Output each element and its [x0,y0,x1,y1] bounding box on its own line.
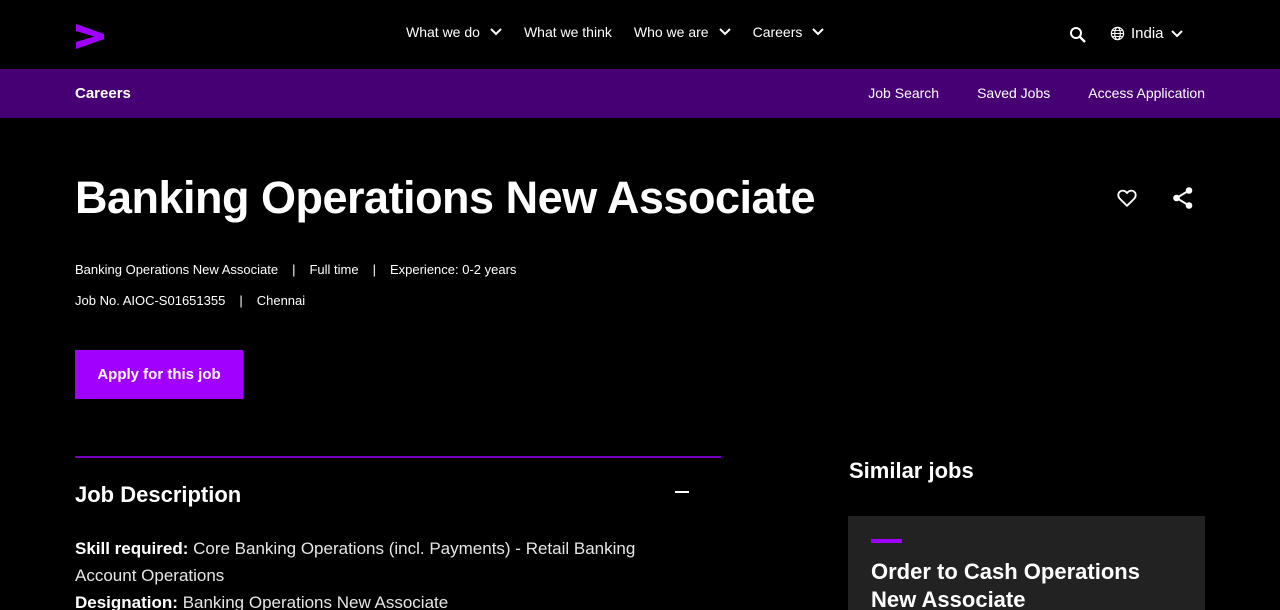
accenture-logo-icon[interactable] [74,20,106,52]
job-type: Full time [309,262,359,277]
menu-item-label: What we do [406,24,480,40]
careers-subnav: Careers Job Search Saved Jobs Access App… [0,69,1280,118]
separator: | [372,262,376,277]
job-search-link[interactable]: Job Search [868,85,939,101]
menu-item-careers[interactable]: Careers [753,24,825,40]
separator: | [292,262,296,277]
similar-job-title[interactable]: Order to Cash Operations New Associate [871,558,1171,610]
job-role: Banking Operations New Associate [75,262,279,277]
locale-label: India [1131,25,1164,42]
share-icon[interactable] [1172,186,1194,210]
top-navigation: What we do What we think Who we are Care… [0,0,1280,69]
chevron-down-icon [490,28,502,36]
job-meta-line-1: Banking Operations New Associate | Full … [75,262,516,277]
job-location: Chennai [256,293,306,308]
careers-home-link[interactable]: Careers [75,85,131,102]
saved-jobs-link[interactable]: Saved Jobs [977,85,1050,101]
locale-selector[interactable]: India [1110,25,1183,42]
subnav-links: Job Search Saved Jobs Access Application [830,85,1205,101]
card-accent-bar [871,539,902,543]
job-number: Job No. AIOC-S01651355 [75,293,226,308]
job-description-heading: Job Description [75,482,242,507]
job-description-body: Skill required: Core Banking Operations … [75,535,695,610]
menu-item-label: Who we are [633,24,709,40]
designation: Designation: Banking Operations New Asso… [75,589,695,610]
collapse-minus-icon[interactable] [674,484,690,500]
apply-button[interactable]: Apply for this job [75,350,243,399]
heart-icon[interactable] [1116,187,1138,209]
search-icon[interactable] [1069,26,1087,44]
job-experience: Experience: 0-2 years [389,262,517,277]
skill-label: Skill required: [75,539,189,558]
menu-item-label: Careers [752,24,803,40]
skill-required: Skill required: Core Banking Operations … [75,535,695,589]
menu-item-label: What we think [523,24,612,40]
globe-icon [1110,26,1125,41]
designation-label: Designation: [75,593,178,610]
menu-item-what-we-do[interactable]: What we do [406,24,502,40]
similar-job-card[interactable]: Order to Cash Operations New Associate [848,516,1205,610]
separator: | [239,293,243,308]
job-meta-line-2: Job No. AIOC-S01651355 | Chennai [75,293,305,308]
designation-value: Banking Operations New Associate [182,593,449,610]
job-title: Banking Operations New Associate [75,172,816,223]
chevron-down-icon [718,28,731,36]
access-application-link[interactable]: Access Application [1088,85,1205,101]
chevron-down-icon [812,28,825,36]
main-menu: What we do What we think Who we are Care… [406,24,846,40]
menu-item-what-we-think[interactable]: What we think [524,24,612,40]
section-divider [75,456,721,458]
menu-item-who-we-are[interactable]: Who we are [634,24,731,40]
similar-jobs-heading: Similar jobs [849,458,974,483]
chevron-down-icon [1170,29,1183,37]
